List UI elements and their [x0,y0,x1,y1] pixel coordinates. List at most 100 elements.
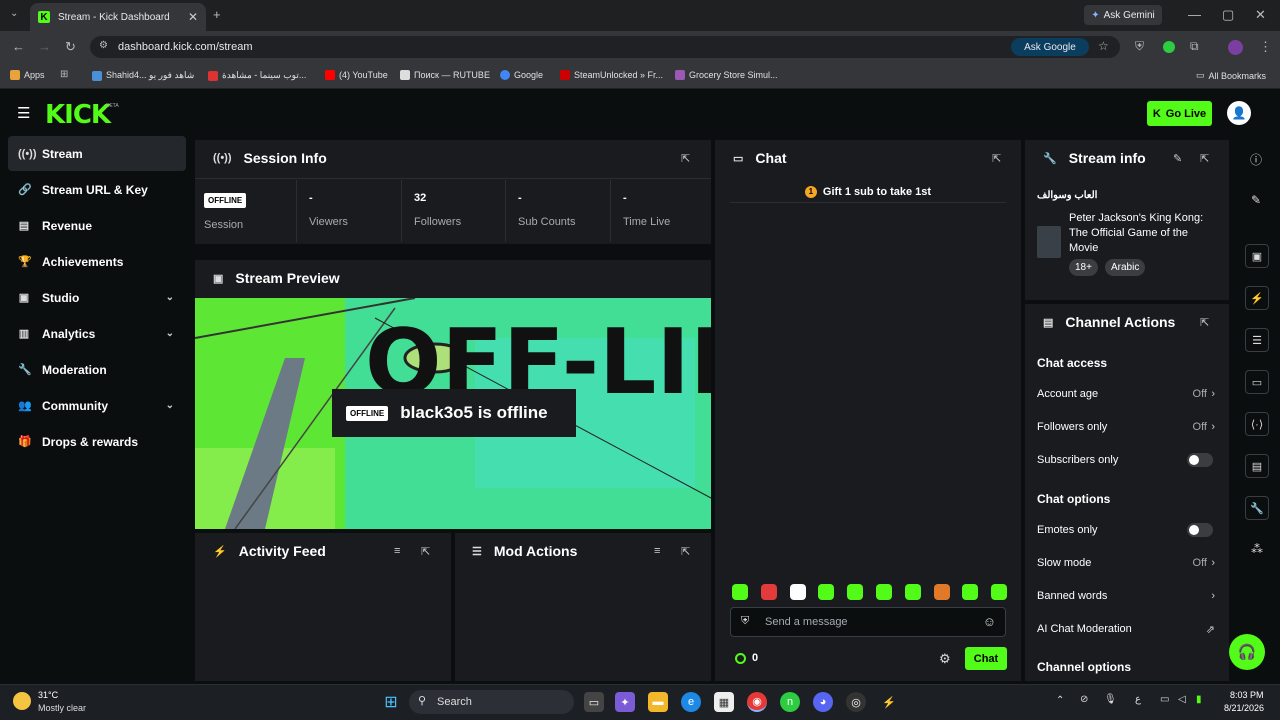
wrench-rail-icon[interactable]: 🔧 [1245,496,1269,520]
sidebar-item-stream[interactable]: ((•)) Stream [8,136,186,171]
sidebar-item-stream-url-key[interactable]: 🔗 Stream URL & Key [8,172,186,207]
bookmark-google[interactable]: Google [500,70,543,80]
emote-icon[interactable] [991,584,1008,600]
store-icon[interactable]: ▦ [714,692,734,712]
edit-layout-pencil-icon[interactable]: ✎ [1251,193,1261,207]
puzzle-icon[interactable]: ⧉ [1190,39,1199,54]
reload-icon[interactable]: ↻ [65,39,76,55]
emote-icon[interactable] [789,584,806,600]
tab-search-icon[interactable]: ⌄ [10,8,18,19]
emote-icon[interactable] [904,584,921,600]
bookmark-steamunlocked[interactable]: SteamUnlocked » Fr... [560,70,663,80]
add-widget-icon[interactable]: ⁂ [1251,542,1263,556]
sidebar-item-revenue[interactable]: ▤ Revenue [8,208,186,243]
windows-start-icon[interactable]: ⊞ [381,692,401,712]
emote-icon[interactable] [732,584,748,600]
popout-icon[interactable]: ⇱ [1200,316,1209,329]
help-support-button[interactable]: 🎧 [1229,634,1265,670]
broadcast-rail-icon[interactable]: ⟨·⟩ [1245,412,1269,436]
sidebar-item-drops-rewards[interactable]: 🎁 Drops & rewards [8,424,186,459]
chevron-down-icon[interactable]: ⌄ [166,328,174,339]
chrome-icon[interactable]: ◉ [747,692,767,712]
green-app-icon[interactable]: n [780,692,800,712]
close-window-button[interactable]: ✕ [1255,7,1266,23]
sidebar-item-analytics[interactable]: ▥ Analytics ⌄ [8,316,186,351]
back-icon[interactable]: ← [12,39,25,54]
emote-icon[interactable] [876,584,892,600]
bookmark-topcinema[interactable]: توب سينما - مشاهدة... [208,70,306,81]
chat-message-input[interactable]: ⛨ Send a message ☺ [730,607,1006,637]
popout-icon[interactable]: ⇱ [681,545,690,558]
tab-close-icon[interactable]: ✕ [188,10,198,24]
banned-words-row[interactable]: Banned words › [1037,589,1219,603]
red-app-icon[interactable]: ⚡ [879,692,899,712]
popout-icon[interactable]: ⇱ [421,545,430,558]
new-tab-button[interactable]: + [213,7,221,22]
mic-icon[interactable]: 🎙 [1104,694,1117,705]
popout-icon[interactable]: ⇱ [992,152,1001,165]
site-settings-icon[interactable]: ⚙ [99,40,108,51]
hamburger-menu-icon[interactable]: ☰ [17,104,30,122]
ask-gemini-button[interactable]: ✦ Ask Gemini [1084,5,1162,25]
emote-icon[interactable] [847,584,864,600]
sidebar-item-moderation[interactable]: 🔧 Moderation [8,352,186,387]
keyboard-language[interactable]: ع [1135,694,1141,705]
copilot-icon[interactable]: ✦ [615,692,635,712]
discord-icon[interactable]: ◕ [813,692,833,712]
menu-icon[interactable]: ⋮ [1259,39,1272,55]
clock-time[interactable]: 8:03 PM [1230,690,1264,700]
bookmark-grocery[interactable]: Grocery Store Simul... [675,70,778,80]
chat-rail-icon[interactable]: ▭ [1245,370,1269,394]
filter-icon[interactable]: ≡ [654,545,660,557]
sidebar-item-studio[interactable]: ▣ Studio ⌄ [8,280,186,315]
list-rail-icon[interactable]: ☰ [1245,328,1269,352]
minimize-button[interactable]: — [1188,7,1201,22]
info-icon[interactable]: ⓘ [1250,151,1262,168]
extension-icon[interactable] [1163,41,1175,53]
all-bookmarks[interactable]: ▭ All Bookmarks [1196,70,1266,81]
kick-logo[interactable]: KICK [45,100,111,130]
go-live-button[interactable]: K Go Live [1147,101,1212,126]
grid-icon[interactable]: ⊞ [60,69,68,80]
emote-icon[interactable] [818,584,835,600]
channel-actions-rail-icon[interactable]: ▤ [1245,454,1269,478]
emotes-only-toggle[interactable] [1187,523,1213,537]
battery-icon[interactable]: ▮ [1196,694,1202,705]
shield-extension-icon[interactable]: ⛨ [1135,39,1144,54]
bookmark-rutube[interactable]: Поиск — RUTUBE [400,70,490,80]
app-icon[interactable]: ◎ [846,692,866,712]
bookmark-shahid[interactable]: Shahid4... شاهد فور يو [92,70,194,81]
star-icon[interactable]: ☆ [1098,39,1109,53]
task-view-icon[interactable]: ▭ [584,692,604,712]
pinned-gift-banner[interactable]: 1 Gift 1 sub to take 1st [730,181,1006,203]
address-bar[interactable]: ⚙ dashboard.kick.com/stream [90,36,1120,58]
emote-icon[interactable] [760,584,777,600]
chat-send-button[interactable]: Chat [965,647,1007,670]
game-name[interactable]: Peter Jackson's King Kong: The Official … [1069,211,1219,256]
volume-icon[interactable]: ◁ [1178,694,1186,705]
taskbar-search[interactable]: ⚲ Search [409,690,574,714]
preview-rail-icon[interactable]: ▣ [1245,244,1269,268]
mute-icon[interactable]: ⊘ [1080,694,1088,705]
emoji-icon[interactable]: ☺ [983,614,996,629]
network-icon[interactable]: ▭ [1160,694,1169,705]
sidebar-item-achievements[interactable]: 🏆 Achievements [8,244,186,279]
emote-icon[interactable] [962,584,979,600]
emote-icon[interactable] [933,584,950,600]
subscribers-only-toggle[interactable] [1187,453,1213,467]
account-age-row[interactable]: Account age Off › [1037,387,1219,401]
file-explorer-icon[interactable]: ▬ [648,692,668,712]
followers-only-row[interactable]: Followers only Off › [1037,420,1219,434]
ai-chat-moderation-row[interactable]: AI Chat Moderation ⇗ [1037,622,1219,636]
shield-icon[interactable]: ⛨ [741,615,749,628]
edge-icon[interactable]: e [681,692,701,712]
slow-mode-row[interactable]: Slow mode Off › [1037,556,1219,570]
avatar[interactable]: 👤 [1227,101,1251,125]
chevron-down-icon[interactable]: ⌄ [166,292,174,303]
filter-icon[interactable]: ≡ [394,545,400,557]
lightning-rail-icon[interactable]: ⚡ [1245,286,1269,310]
sidebar-item-community[interactable]: 👥 Community ⌄ [8,388,186,423]
browser-tab[interactable]: K Stream - Kick Dashboard ✕ [30,3,206,31]
edit-pencil-icon[interactable]: ✎ [1173,152,1182,165]
chevron-down-icon[interactable]: ⌄ [166,400,174,411]
